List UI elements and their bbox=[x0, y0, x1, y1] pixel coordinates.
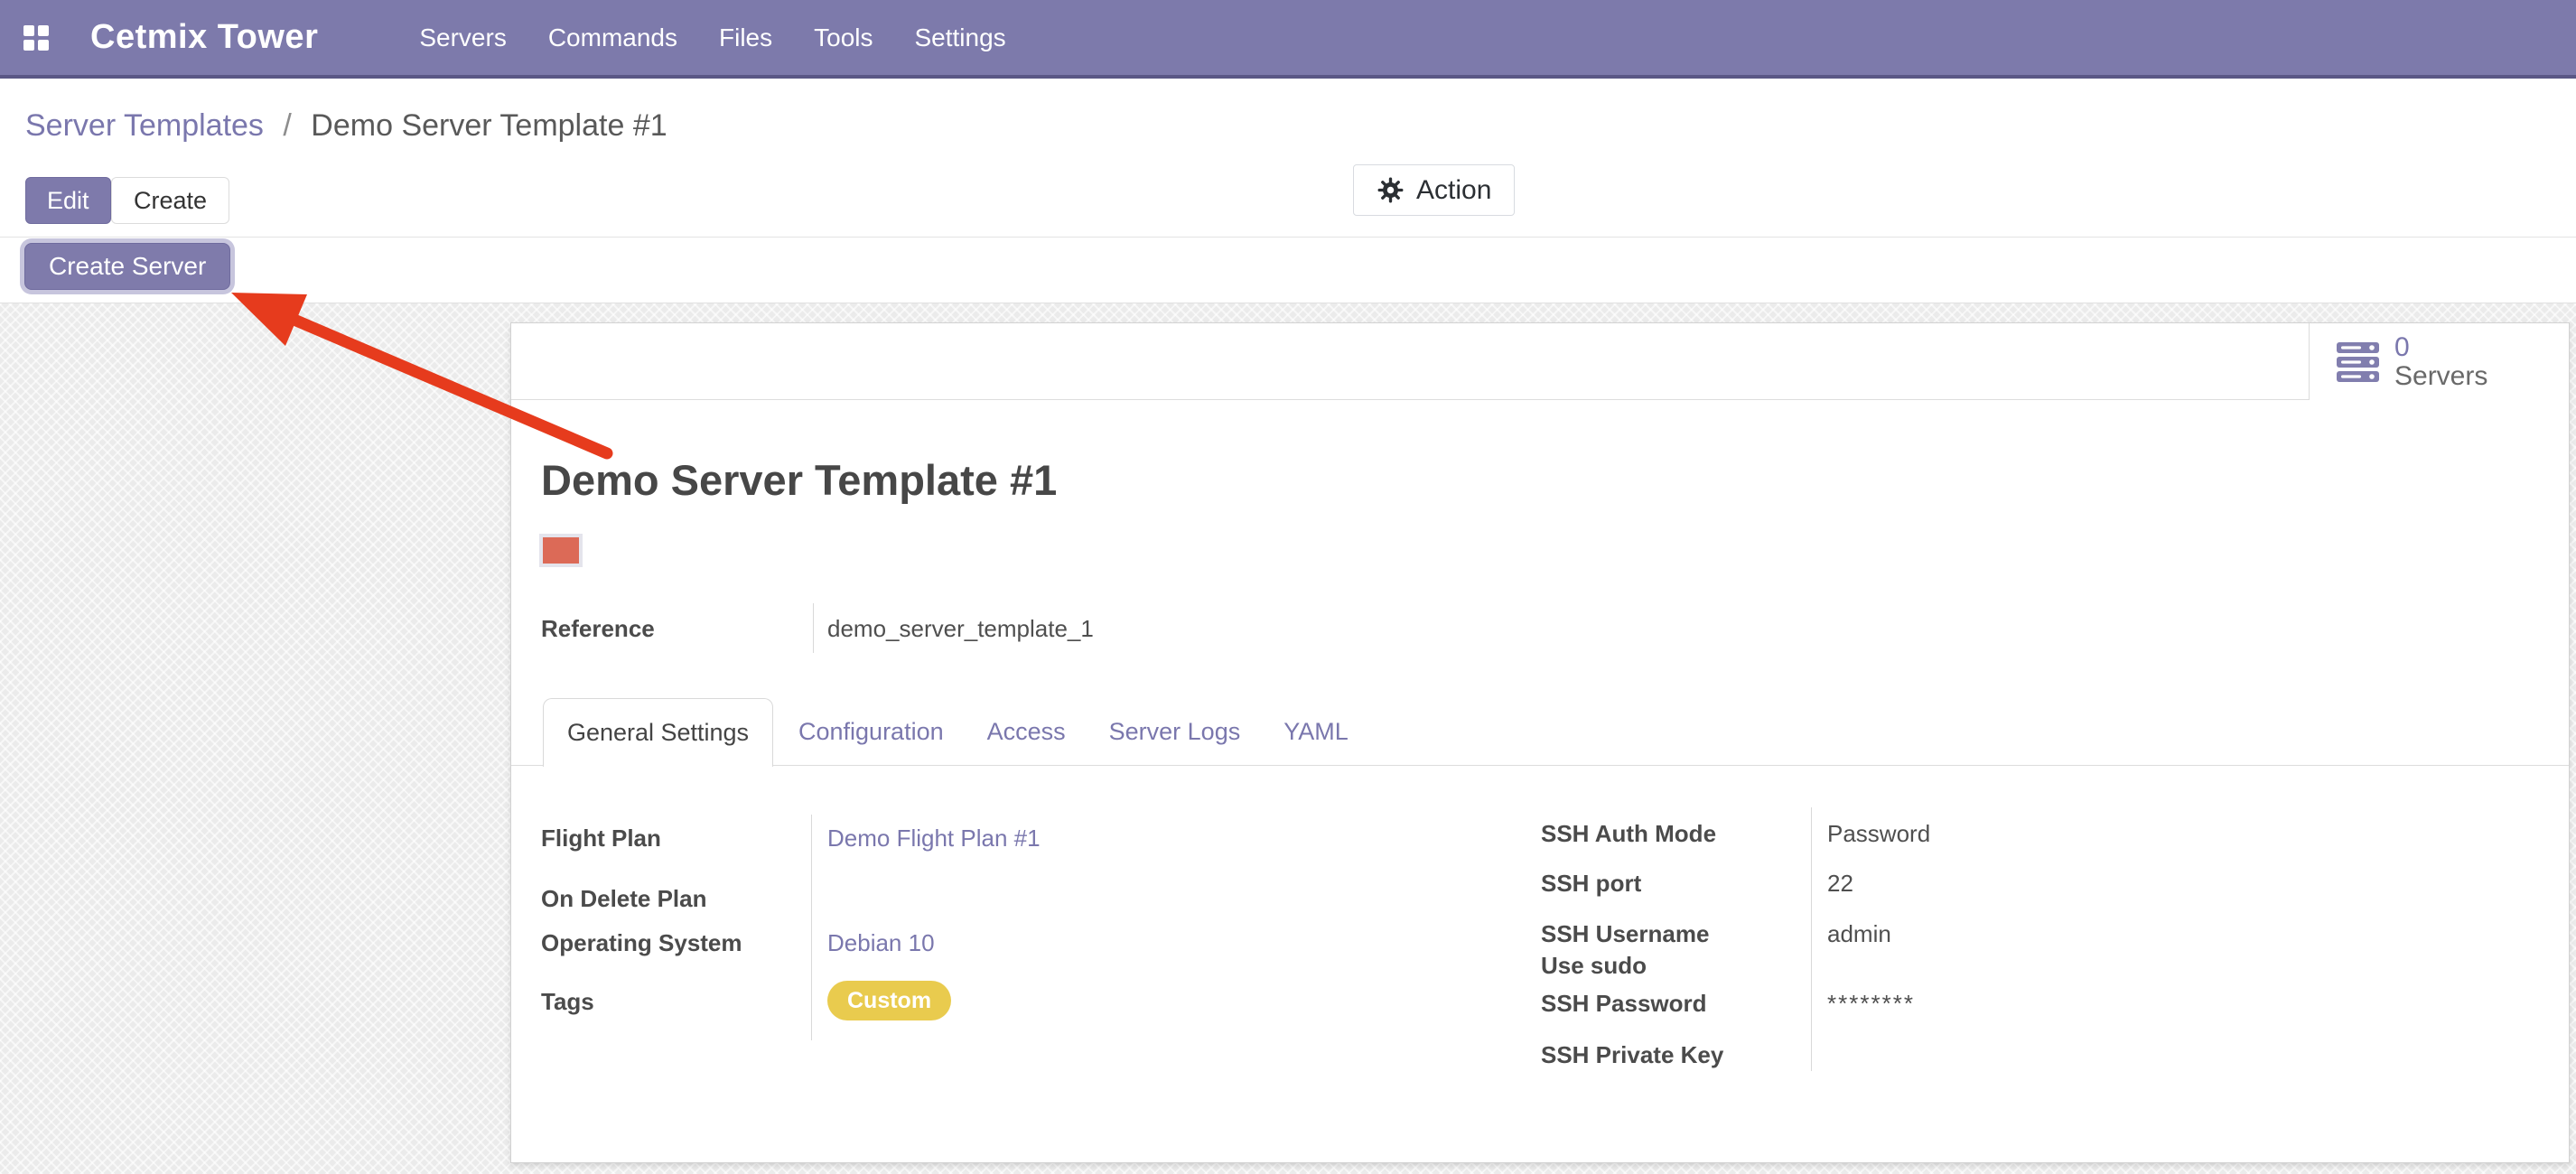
field-row-ssh-password: SSH Password ******** bbox=[511, 990, 2569, 1022]
reference-row: Reference demo_server_template_1 bbox=[511, 615, 2569, 651]
servers-icon bbox=[2337, 342, 2379, 382]
ssh-auth-mode-value: Password bbox=[1827, 820, 1930, 848]
brand-title[interactable]: Cetmix Tower bbox=[90, 18, 318, 57]
nav-item-commands[interactable]: Commands bbox=[548, 23, 677, 52]
field-row-ssh-port: SSH port 22 bbox=[511, 870, 2569, 902]
use-sudo-label: Use sudo bbox=[1541, 952, 1647, 980]
ssh-auth-mode-label: SSH Auth Mode bbox=[1541, 820, 1716, 848]
reference-label: Reference bbox=[541, 615, 655, 643]
servers-stat-button[interactable]: 0 Servers bbox=[2309, 323, 2569, 400]
tab-general-settings[interactable]: General Settings bbox=[543, 698, 773, 767]
create-button[interactable]: Create bbox=[111, 177, 229, 224]
action-button[interactable]: Action bbox=[1353, 164, 1515, 216]
tab-bar: General Settings Configuration Access Se… bbox=[511, 698, 2569, 766]
ssh-private-key-label: SSH Private Key bbox=[1541, 1041, 1723, 1069]
toolbar-divider bbox=[0, 237, 2576, 238]
edit-button[interactable]: Edit bbox=[25, 177, 111, 224]
nav-item-settings[interactable]: Settings bbox=[915, 23, 1006, 52]
ssh-username-value: admin bbox=[1827, 920, 1891, 948]
card-status-bar: 0 Servers bbox=[511, 323, 2569, 400]
apps-grid-icon[interactable] bbox=[23, 25, 49, 51]
page-title: Demo Server Template #1 bbox=[541, 455, 1057, 505]
field-row-ssh-auth-mode: SSH Auth Mode Password bbox=[511, 820, 2569, 853]
ssh-port-label: SSH port bbox=[1541, 870, 1641, 898]
create-server-button[interactable]: Create Server bbox=[24, 243, 230, 290]
servers-count: 0 bbox=[2394, 333, 2487, 362]
tab-server-logs[interactable]: Server Logs bbox=[1109, 718, 1241, 746]
nav-menu: Servers Commands Files Tools Settings bbox=[419, 23, 1005, 52]
field-row-ssh-username: SSH Username admin bbox=[511, 920, 2569, 953]
nav-item-servers[interactable]: Servers bbox=[419, 23, 506, 52]
tab-access[interactable]: Access bbox=[987, 718, 1066, 746]
server-template-card: 0 Servers Demo Server Template #1 Refere… bbox=[510, 322, 2570, 1163]
ssh-password-value: ******** bbox=[1827, 990, 1915, 1018]
tab-configuration[interactable]: Configuration bbox=[798, 718, 944, 746]
tab-yaml[interactable]: YAML bbox=[1283, 718, 1349, 746]
ssh-username-label: SSH Username bbox=[1541, 920, 1709, 948]
breadcrumb-current: Demo Server Template #1 bbox=[311, 108, 667, 143]
page: { "nav": { "brand": "Cetmix Tower", "ite… bbox=[0, 0, 2576, 1174]
nav-item-tools[interactable]: Tools bbox=[814, 23, 873, 52]
servers-stat-text: 0 Servers bbox=[2394, 333, 2487, 390]
field-row-use-sudo: Use sudo bbox=[511, 952, 2569, 984]
action-button-label: Action bbox=[1416, 175, 1491, 206]
ssh-port-value: 22 bbox=[1827, 870, 1853, 898]
ssh-password-label: SSH Password bbox=[1541, 990, 1707, 1018]
reference-divider bbox=[813, 603, 814, 653]
top-nav: Cetmix Tower Servers Commands Files Tool… bbox=[0, 0, 2576, 79]
servers-label: Servers bbox=[2394, 362, 2487, 391]
breadcrumb-separator: / bbox=[283, 108, 291, 143]
gear-icon bbox=[1377, 176, 1405, 204]
breadcrumb: Server Templates / Demo Server Template … bbox=[25, 108, 667, 144]
nav-item-files[interactable]: Files bbox=[719, 23, 772, 52]
reference-value: demo_server_template_1 bbox=[827, 615, 1094, 643]
tab-list: Configuration Access Server Logs YAML bbox=[798, 698, 1349, 766]
color-swatch bbox=[539, 534, 583, 567]
breadcrumb-parent-link[interactable]: Server Templates bbox=[25, 108, 264, 143]
field-row-ssh-private-key: SSH Private Key bbox=[511, 1041, 2569, 1074]
